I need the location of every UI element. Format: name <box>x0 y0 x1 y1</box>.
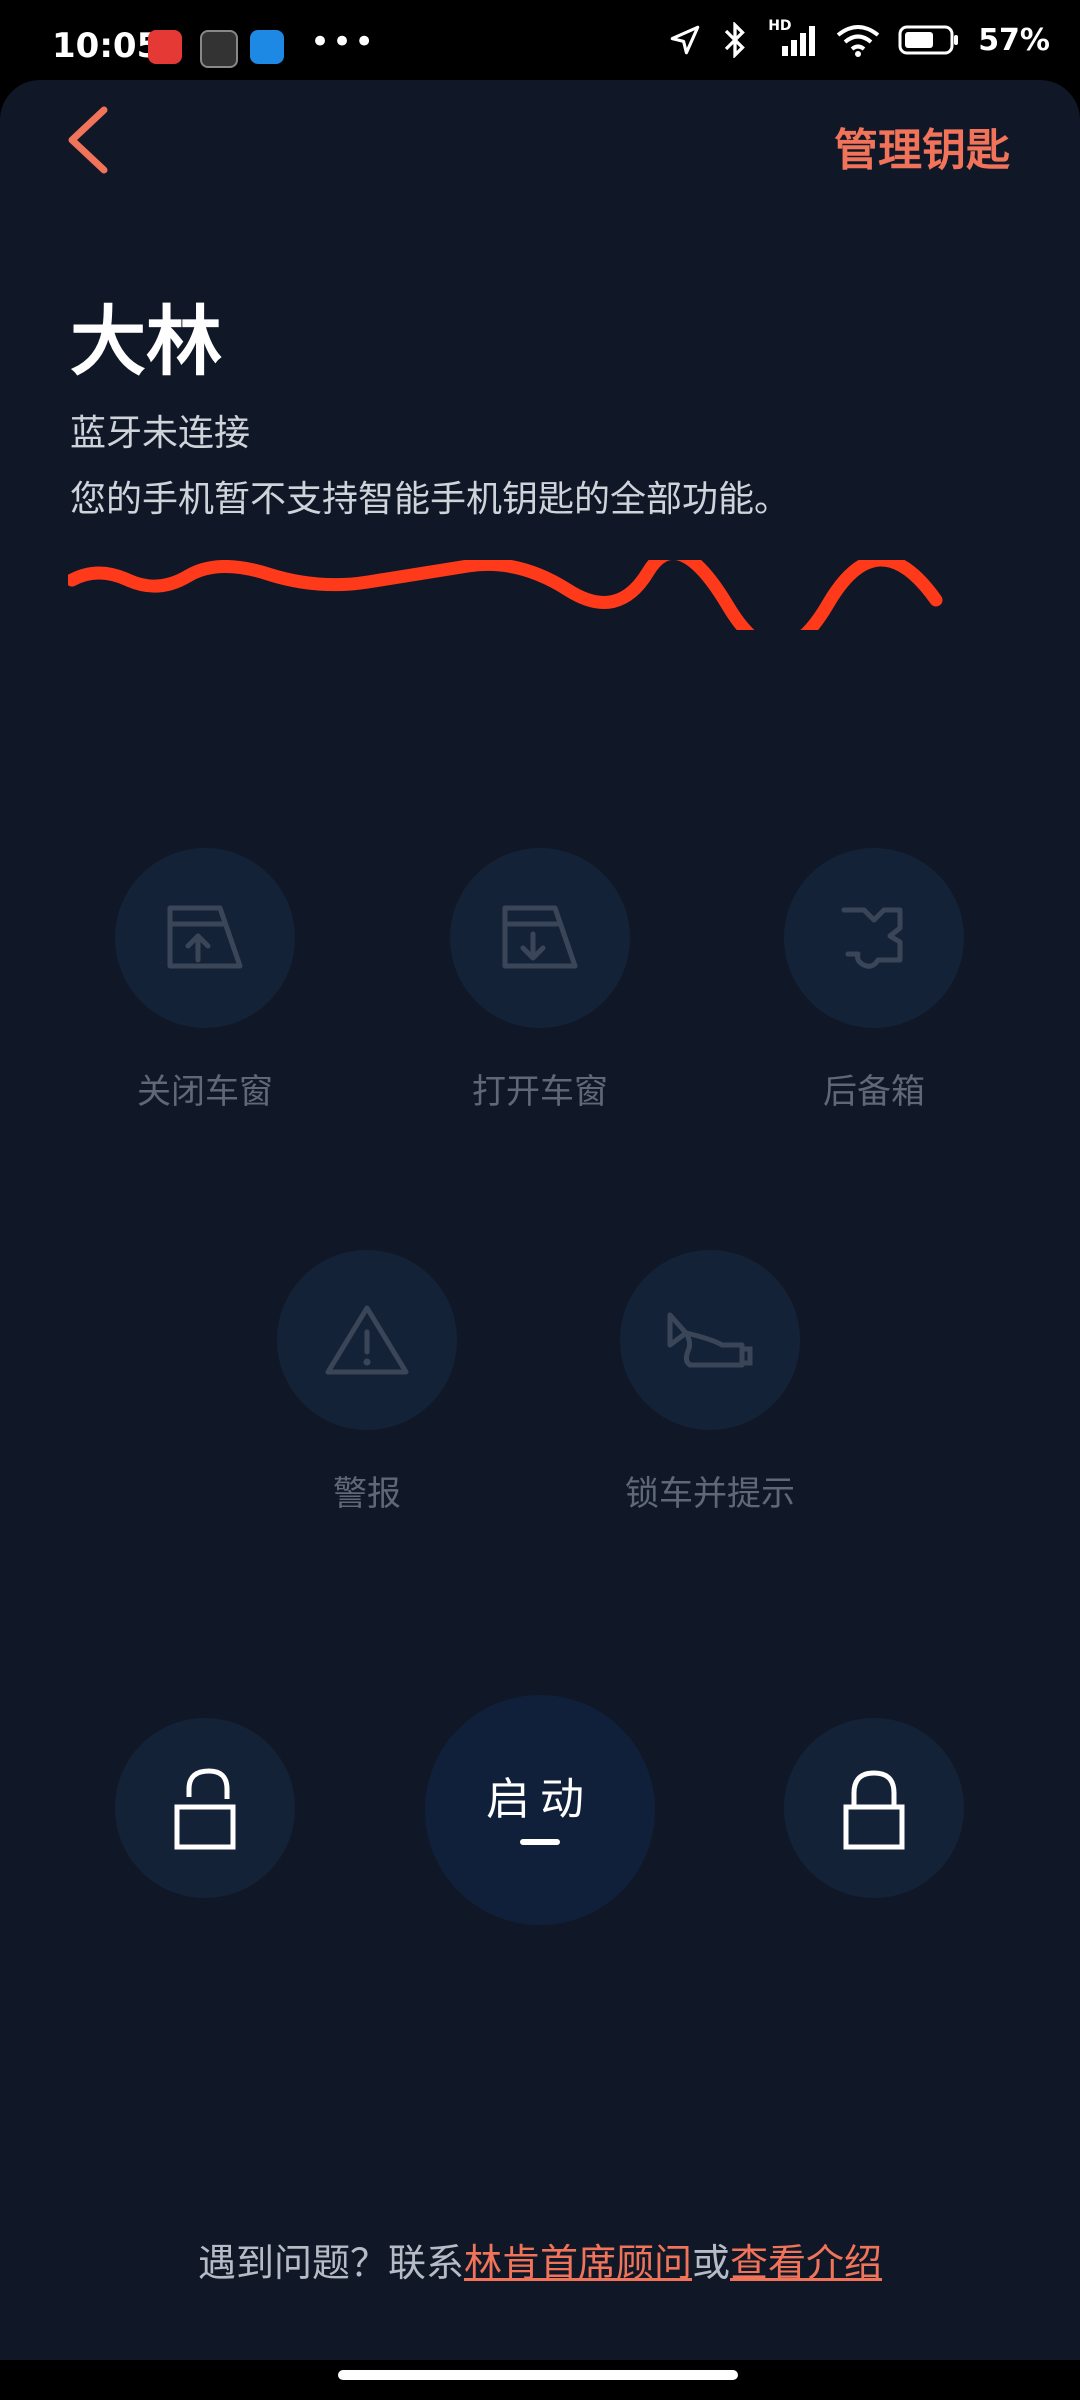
unlock-control[interactable] <box>115 1718 295 1898</box>
close-window-button[interactable] <box>115 848 295 1028</box>
redaction-scribble <box>68 560 943 630</box>
help-footer: 遇到问题？联系林肯首席顾问或查看介绍 <box>0 2232 1080 2287</box>
advisor-link[interactable]: 林肯首席顾问 <box>464 2241 692 2285</box>
status-time: 10:05 <box>52 26 161 66</box>
app-notification-icon <box>250 30 284 64</box>
support-notice: 您的手机暂不支持智能手机钥匙的全部功能。 <box>70 479 791 520</box>
car-name: 大林 <box>70 297 222 386</box>
more-notifications-icon: ••• <box>310 22 377 62</box>
lock-button[interactable] <box>784 1718 964 1898</box>
close-window-label: 关闭车窗 <box>137 1072 273 1112</box>
warning-icon <box>325 1305 409 1375</box>
app-notification-icon <box>200 30 238 68</box>
signal-icon: HD <box>768 18 818 58</box>
bluetooth-status: 蓝牙未连接 <box>70 413 251 454</box>
app-notification-icon <box>148 30 182 64</box>
help-prefix: 遇到问题？联系 <box>197 2241 464 2285</box>
open-window-control[interactable]: 打开车窗 <box>450 848 630 1113</box>
trunk-icon <box>841 907 903 969</box>
open-window-label: 打开车窗 <box>472 1072 608 1112</box>
battery-icon <box>898 25 959 55</box>
lock-and-alert-button[interactable] <box>620 1250 800 1430</box>
open-window-button[interactable] <box>450 848 630 1028</box>
alarm-control[interactable]: 警报 <box>277 1250 457 1515</box>
battery-percentage: 57% <box>978 22 1050 58</box>
start-label: 启动 <box>486 1774 594 1825</box>
window-up-icon <box>167 905 243 969</box>
lock-control[interactable] <box>784 1718 964 1898</box>
chevron-left-icon <box>68 106 108 174</box>
wifi-icon <box>836 25 880 57</box>
alarm-button[interactable] <box>277 1250 457 1430</box>
alarm-label: 警报 <box>333 1474 401 1514</box>
trunk-control[interactable]: 后备箱 <box>784 848 964 1113</box>
location-icon <box>670 25 700 55</box>
intro-link[interactable]: 查看介绍 <box>730 2241 882 2285</box>
help-or: 或 <box>692 2241 731 2285</box>
window-down-icon <box>502 905 578 969</box>
status-bar: 10:05 ••• HD 57% <box>0 0 1080 80</box>
lock-and-alert-label: 锁车并提示 <box>625 1474 795 1514</box>
unlock-button[interactable] <box>115 1718 295 1898</box>
back-button[interactable] <box>62 100 122 180</box>
unlock-icon <box>174 1768 236 1850</box>
start-indicator <box>520 1839 560 1845</box>
trunk-button[interactable] <box>784 848 964 1028</box>
horn-icon <box>667 1312 753 1368</box>
trunk-label: 后备箱 <box>823 1072 925 1112</box>
lock-icon <box>843 1770 905 1850</box>
lock-and-alert-control[interactable]: 锁车并提示 <box>620 1250 800 1515</box>
close-window-control[interactable]: 关闭车窗 <box>115 848 295 1113</box>
start-button[interactable]: 启动 <box>425 1695 655 1925</box>
manage-keys-link[interactable]: 管理钥匙 <box>834 114 1010 178</box>
bluetooth-icon <box>725 22 746 58</box>
home-indicator[interactable] <box>338 2370 738 2380</box>
